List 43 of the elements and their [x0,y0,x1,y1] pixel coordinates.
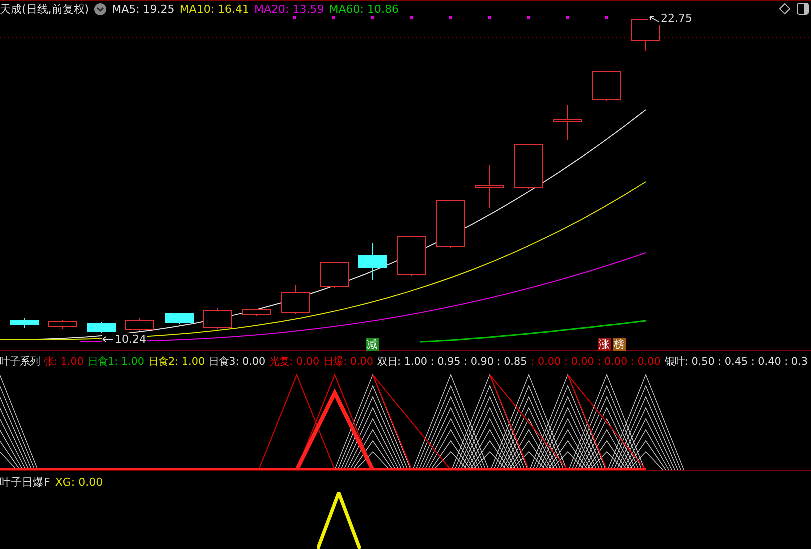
candlestick [398,236,426,276]
candlestick [358,242,388,280]
candlestick [88,322,116,334]
candlestick [282,284,310,314]
panel-toggle-icon[interactable] [797,3,809,15]
candlestick [514,144,544,190]
ma-value: MA60: 10.86 [329,3,399,16]
signal-badge: 榜 [613,338,626,351]
chart-title: 天成(日线,前复权) [0,2,90,17]
indicator-value: 光复: 0.00 [270,355,320,369]
dropdown-icon[interactable] [94,3,108,16]
indicator-value: : 0.00 : 0.00 : 0.00 : 0.00 [531,356,661,368]
candlestick [554,104,582,140]
indicator-value: 银叶: 0.50 : 0.45 : 0.40 : 0.3 [664,355,808,369]
ma-value: MA20: 13.59 [254,3,324,16]
signal-badge: 减 [366,338,379,351]
signal-peak-drawing [317,492,361,549]
indicator-value: 日食1: 1.00 [88,355,145,369]
signal-panel-title: 叶子日爆F [0,475,50,490]
candlestick [320,262,350,288]
indicator-title: 叶子系列 [0,355,40,369]
ma-value: MA10: 16.41 [180,3,250,16]
candlestick [242,308,272,316]
ma-value: MA5: 19.25 [112,3,175,16]
indicator-value: 日爆: 0.00 [324,355,374,369]
candlestick [166,312,194,324]
arrow-icon [648,14,660,22]
low-price-label: 10.24 [115,333,146,346]
indicator-value: 双日: 1.00 : 0.95 : 0.90 : 0.85 [378,355,528,369]
candlestick [476,164,504,208]
indicator-value: 日食2: 1.00 [148,355,206,369]
diamond-icon[interactable] [779,3,791,15]
indicator-value: 张: 1.00 [44,355,84,369]
signal-value: XG: 0.00 [55,476,104,489]
candlestick [204,308,232,330]
candlestick [592,70,622,102]
high-price-label: 22.75 [661,12,692,25]
candlestick [436,200,466,248]
candlestick [48,320,78,330]
candlestick [126,318,154,332]
arrow-icon [102,336,114,343]
indicator-value: 日食3: 0.00 [209,355,266,369]
signal-badge: 涨 [598,338,611,351]
